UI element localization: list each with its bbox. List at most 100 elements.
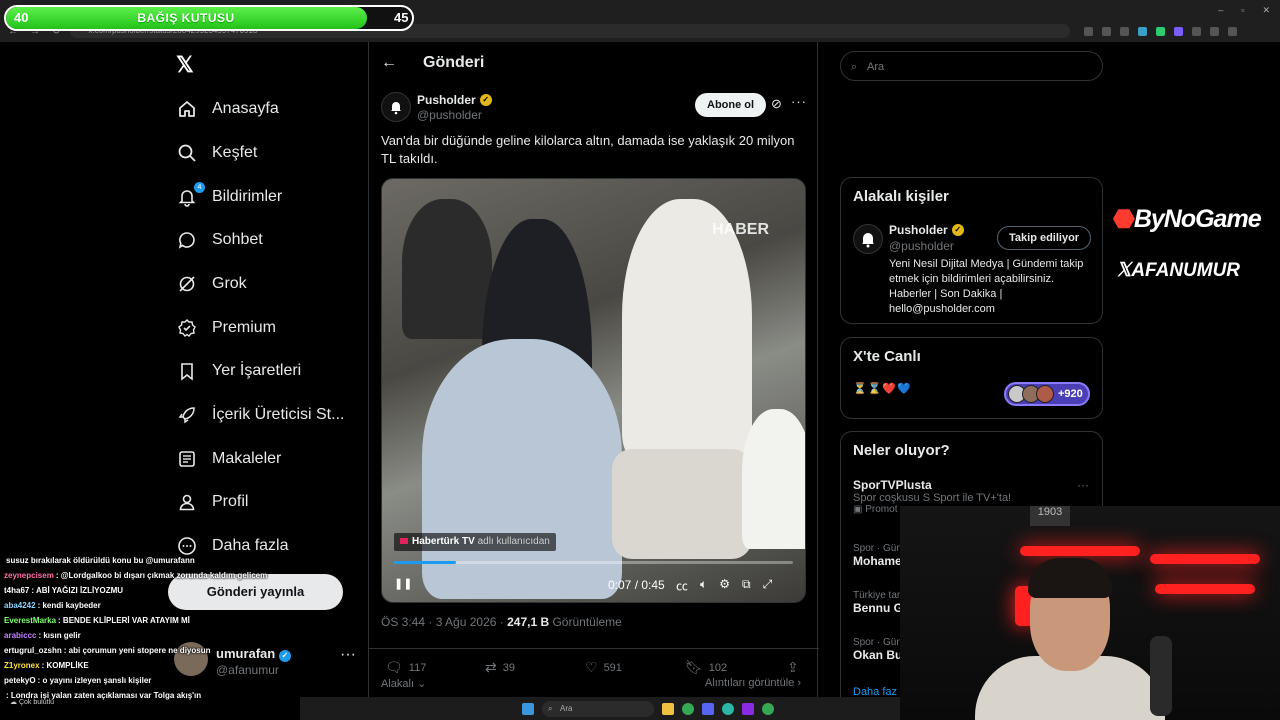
live-listeners-pill[interactable]: +920 — [1004, 382, 1090, 406]
pause-icon[interactable]: ❚❚ — [394, 577, 412, 590]
reply-icon: 🗨︎ — [385, 659, 403, 675]
chat-username: t4ha67 — [4, 586, 30, 595]
nav-label: Anasayfa — [212, 100, 279, 117]
search-icon: ⌕ — [548, 704, 553, 713]
account-more-icon[interactable]: ··· — [340, 646, 356, 664]
maximize-button[interactable]: ▫ — [1241, 5, 1244, 15]
app-icon[interactable] — [742, 703, 754, 715]
reply-button[interactable]: 🗨︎ 117 — [385, 659, 426, 676]
file-explorer-icon[interactable] — [662, 703, 674, 715]
view-quotes-link[interactable]: Alıntıları görüntüle › — [705, 677, 801, 689]
heart-icon: ♡ — [585, 659, 598, 675]
close-button[interactable]: ✕ — [1262, 5, 1270, 16]
nav-chat[interactable]: Sohbet — [176, 225, 263, 255]
donation-bar: 40 BAĞIŞ KUTUSU 45 — [4, 5, 414, 31]
author-avatar[interactable] — [381, 92, 411, 122]
nav-bookmarks[interactable]: Yer İşaretleri — [176, 356, 301, 386]
minimize-button[interactable]: – — [1218, 5, 1223, 15]
share-button[interactable]: ⇪ — [787, 659, 799, 676]
account-handle: @afanumur — [216, 663, 279, 677]
grok-icon — [176, 273, 198, 295]
following-button[interactable]: Takip ediliyor — [997, 226, 1092, 250]
video-figure — [402, 199, 492, 339]
nav-label: Bildirimler — [212, 188, 283, 205]
video-source-label[interactable]: Habertürk TV adlı kullanıcıdan — [394, 533, 556, 551]
subscribe-button[interactable]: Abone ol — [695, 93, 767, 117]
repost-count: 39 — [502, 661, 515, 674]
post-timestamp[interactable]: ÖS 3:44 · 3 Ağu 2026 · — [381, 615, 504, 629]
menu-icon[interactable] — [1228, 26, 1238, 36]
extensions-puzzle-icon[interactable] — [1192, 26, 1202, 36]
reply-count: 117 — [408, 661, 427, 674]
like-button[interactable]: ♡ 591 — [585, 659, 622, 676]
cloud-icon: ☁ — [10, 699, 17, 706]
star-icon[interactable] — [1120, 26, 1130, 36]
chat-text: : kısın gelir — [38, 631, 81, 640]
chevron-right-icon: › — [797, 677, 802, 689]
author-name-text: Pusholder — [417, 93, 476, 107]
search-placeholder: Ara — [867, 61, 885, 73]
extension-icons — [1084, 26, 1238, 36]
extension-icon[interactable] — [1156, 26, 1166, 36]
cast-icon[interactable] — [1102, 26, 1112, 36]
bookmark-button[interactable]: 🔖︎ 102 — [685, 659, 727, 676]
author-name[interactable]: Pusholder ✓ — [417, 93, 492, 107]
settings-gear-icon[interactable]: ⚙ — [719, 577, 730, 594]
nav-home[interactable]: Anasayfa — [176, 94, 279, 124]
nav-premium[interactable]: Premium — [176, 313, 276, 343]
chat-message: zeynepcisem: @Lordgalkoo bi dışarı çıkma… — [4, 571, 267, 580]
nav-explore[interactable]: Keşfet — [176, 138, 257, 168]
fullscreen-icon[interactable]: ⤢ — [763, 577, 773, 594]
video-progress-bar[interactable] — [394, 561, 793, 564]
chat-message: EverestMarka: BENDE KLİPLERİ VAR ATAYIM … — [4, 616, 190, 625]
like-count: 591 — [603, 661, 622, 674]
weather-widget[interactable]: ☁ Çok bulutlu — [10, 698, 54, 706]
search-input[interactable]: ⌕ Ara — [840, 51, 1103, 81]
relevant-avatar[interactable] — [853, 224, 883, 254]
grok-icon[interactable]: ⊘ — [771, 96, 782, 112]
nav-notifications[interactable]: 4 Bildirimler — [176, 182, 282, 212]
chat-text: : kendi kaybeder — [37, 601, 101, 610]
video-player[interactable]: HABER Habertürk TV adlı kullanıcıdan ❚❚ … — [381, 178, 806, 603]
chrome-icon[interactable] — [682, 703, 694, 715]
account-name: umurafan ✓ — [216, 646, 291, 662]
x-logo-icon[interactable]: 𝕏 — [176, 52, 194, 78]
profile-icon — [176, 491, 198, 513]
sort-relevant-dropdown[interactable]: Alakalı ⌄ — [381, 677, 426, 690]
nav-label: Premium — [212, 319, 277, 336]
zoom-icon[interactable] — [1084, 26, 1094, 36]
relevant-handle: @pusholder — [889, 239, 954, 253]
nav-articles[interactable]: Makaleler — [176, 444, 281, 474]
bell-icon: 4 — [176, 182, 205, 208]
profile-icon[interactable] — [1210, 26, 1220, 36]
volume-icon[interactable]: 🔈︎ — [700, 577, 707, 594]
post-column: ← Gönderi Pusholder ✓ @pusholder Abone ol… — [368, 42, 819, 720]
post-header: ← Gönderi — [381, 54, 484, 72]
nav-creator-studio[interactable]: İçerik Üreticisi St... — [176, 400, 344, 430]
views-label: Görüntüleme — [552, 615, 622, 629]
edge-icon[interactable] — [722, 703, 734, 715]
bookmark-icon: 🔖︎ — [685, 659, 703, 675]
pip-icon[interactable]: ⧉ — [742, 577, 751, 594]
relevant-name[interactable]: Pusholder ✓ — [889, 223, 964, 237]
chrome-icon[interactable] — [762, 703, 774, 715]
video-source-suffix: adlı kullanıcıdan — [477, 536, 550, 547]
author-handle[interactable]: @pusholder — [417, 108, 482, 122]
post-actions: 🗨︎ 117 ⇄ 39 ♡ 591 🔖︎ 102 ⇪ — [369, 648, 819, 675]
webcam-led-light — [1150, 554, 1260, 564]
windows-start-icon[interactable] — [522, 703, 534, 715]
more-options-icon[interactable]: ··· — [791, 94, 807, 109]
nav-grok[interactable]: Grok — [176, 269, 247, 299]
back-arrow-icon[interactable]: ← — [381, 54, 397, 72]
rocket-icon — [176, 404, 198, 426]
chat-message: t4ha67: ABİ YAĞIZI İZLİYOZMU — [4, 586, 123, 595]
trend-more-icon[interactable]: ··· — [1077, 478, 1089, 492]
captions-icon[interactable]: ㏄ — [676, 577, 688, 594]
extension-icon[interactable] — [1138, 26, 1148, 36]
sort-label: Alakalı — [381, 678, 415, 690]
nav-profile[interactable]: Profil — [176, 487, 248, 517]
repost-button[interactable]: ⇄ 39 — [485, 659, 515, 676]
taskbar-search[interactable]: ⌕ Ara — [542, 701, 654, 717]
discord-icon[interactable] — [702, 703, 714, 715]
extension-icon[interactable] — [1174, 26, 1184, 36]
